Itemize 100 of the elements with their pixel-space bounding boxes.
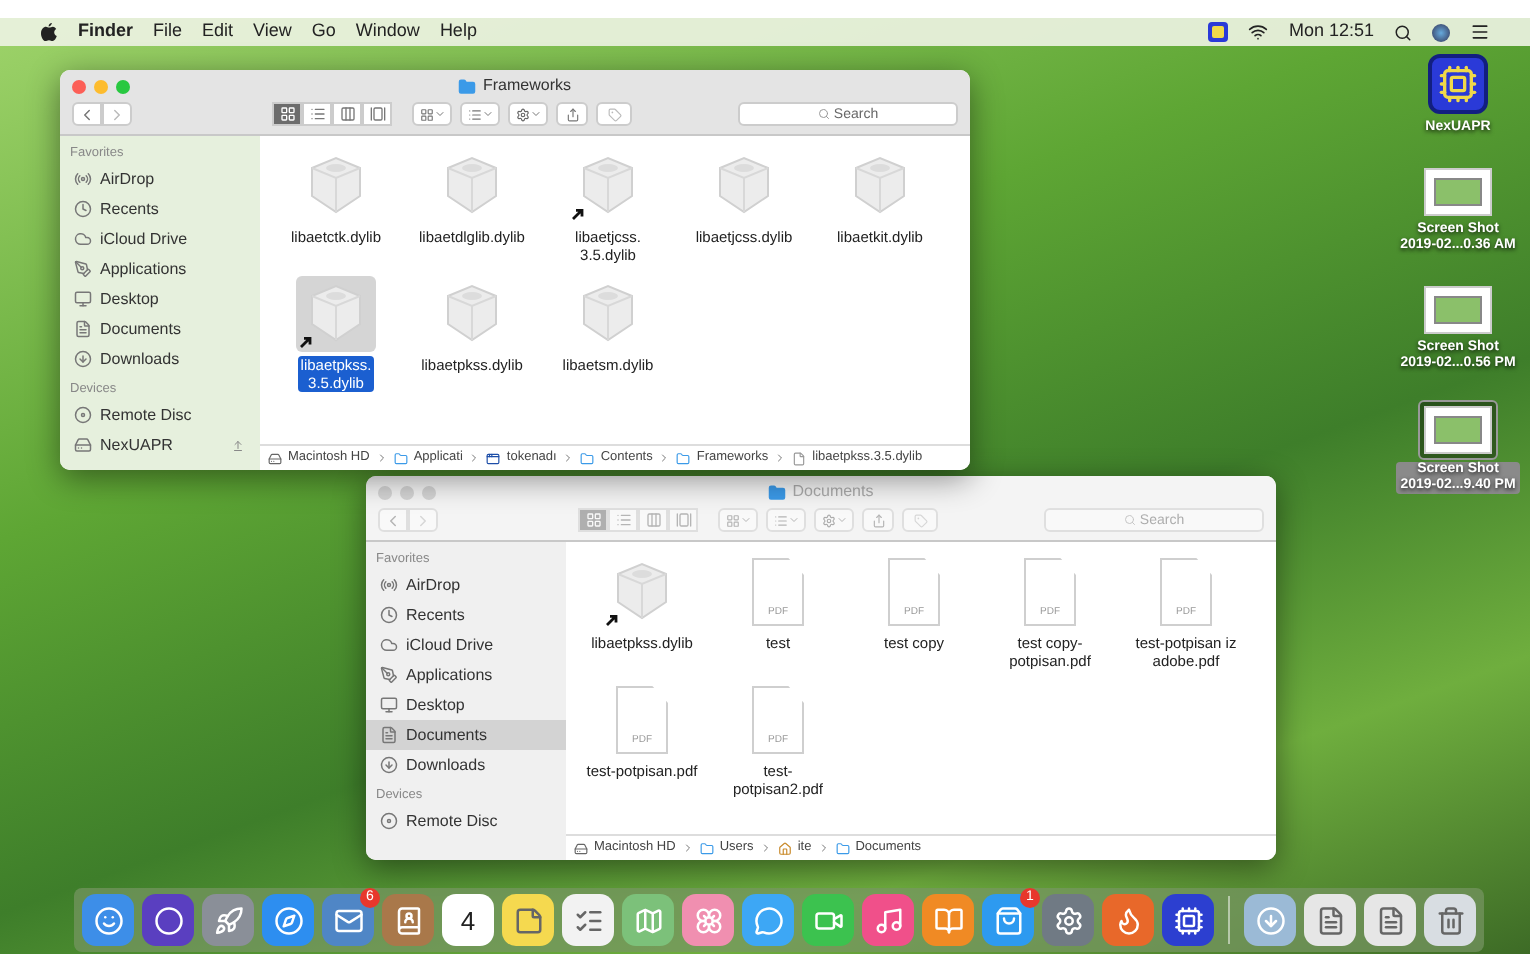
dock-item[interactable] — [82, 894, 134, 946]
window-title: Documents — [792, 482, 874, 502]
menu-item[interactable]: Window — [355, 18, 420, 46]
search-icon — [817, 108, 830, 120]
sidebar-item[interactable]: Applications — [60, 254, 260, 284]
chevron-icon — [817, 842, 830, 854]
monitor-icon — [380, 696, 398, 714]
sidebar-item[interactable]: AirDrop — [366, 570, 566, 600]
search-icon[interactable] — [1394, 23, 1412, 41]
dock-item[interactable] — [1304, 894, 1356, 946]
sidebar-item[interactable]: Documents — [60, 314, 260, 344]
share-button[interactable] — [556, 102, 588, 126]
zoom-button[interactable] — [116, 79, 130, 93]
chevron-left-icon — [78, 105, 96, 123]
sidebar-item[interactable]: Documents — [366, 720, 566, 750]
screenshot-thumbnail[interactable] — [1418, 400, 1498, 460]
flower-icon — [693, 905, 723, 935]
gear-icon — [515, 107, 529, 121]
view-icons-icon — [279, 106, 295, 122]
screenshot-thumbnail[interactable] — [1420, 164, 1496, 220]
map-icon — [633, 905, 663, 935]
eject-icon[interactable] — [232, 439, 244, 451]
sidebar-item[interactable]: Desktop — [60, 284, 260, 314]
chevron-icon — [658, 452, 671, 464]
dock-item[interactable] — [622, 894, 674, 946]
close-button[interactable] — [72, 79, 86, 93]
sidebar-item[interactable]: iCloud Drive — [366, 630, 566, 660]
caret-icon — [433, 108, 445, 120]
dock-item[interactable] — [382, 894, 434, 946]
back-button[interactable] — [72, 102, 102, 126]
clock-icon — [74, 200, 92, 218]
share-button[interactable] — [862, 508, 894, 532]
tag-button[interactable] — [596, 102, 632, 126]
dock-item[interactable] — [1042, 894, 1094, 946]
dock-item[interactable] — [262, 894, 314, 946]
dock-item[interactable] — [1424, 894, 1476, 946]
sidebar-item[interactable]: Desktop — [366, 690, 566, 720]
dock-item[interactable] — [1162, 894, 1214, 946]
radio-waves-icon — [380, 576, 398, 594]
view-mode-button[interactable] — [362, 102, 392, 126]
share-icon — [565, 107, 579, 121]
arrange-button[interactable] — [412, 102, 452, 126]
dock-item[interactable] — [802, 894, 854, 946]
dock-item[interactable] — [142, 894, 194, 946]
menu-item[interactable]: Edit — [202, 18, 234, 46]
cloud-icon — [74, 230, 92, 248]
apple-logo-icon[interactable] — [40, 22, 58, 42]
view-mode-button[interactable] — [272, 102, 302, 126]
caret-icon — [739, 514, 751, 526]
menu-item[interactable]: Finder — [78, 18, 134, 46]
wifi-icon[interactable] — [1248, 22, 1269, 42]
trash-can-icon — [1435, 905, 1465, 935]
dock-item[interactable] — [1102, 894, 1154, 946]
clock[interactable]: Mon 12:51 — [1288, 18, 1374, 46]
screenshot-thumbnail[interactable] — [1420, 282, 1496, 338]
pen-icon — [380, 666, 398, 684]
download-folder-icon — [1255, 905, 1285, 935]
sidebar-item[interactable]: Remote Disc — [60, 400, 260, 430]
menu-item[interactable]: Help — [439, 18, 477, 46]
orb-icon[interactable] — [1432, 23, 1450, 41]
dock-item[interactable] — [682, 894, 734, 946]
menu-item[interactable]: View — [253, 18, 292, 46]
view-mode-button[interactable] — [332, 102, 362, 126]
arrange-button[interactable] — [718, 508, 758, 532]
sidebar-item[interactable]: Downloads — [60, 344, 260, 374]
speech-bubble-icon — [753, 905, 783, 935]
dock-item[interactable] — [202, 894, 254, 946]
app-store-icon — [993, 905, 1023, 935]
dock-item[interactable]: 4 — [442, 894, 494, 946]
dock-item[interactable] — [1364, 894, 1416, 946]
view-list-icon — [615, 512, 631, 528]
book-icon — [933, 905, 963, 935]
dock-item[interactable] — [1244, 894, 1296, 946]
dock-item[interactable] — [742, 894, 794, 946]
sidebar-item[interactable]: Downloads — [366, 750, 566, 780]
sidebar-item[interactable]: Applications — [366, 660, 566, 690]
list-icon[interactable] — [1470, 22, 1490, 42]
drive-icon — [574, 841, 588, 855]
dock-item[interactable] — [922, 894, 974, 946]
sidebar-item[interactable]: NexUAPR — [60, 430, 260, 460]
sidebar-item[interactable]: iCloud Drive — [60, 224, 260, 254]
settings-button[interactable] — [508, 102, 548, 126]
dock-item[interactable] — [862, 894, 914, 946]
back-button[interactable] — [378, 508, 408, 532]
chip-icon — [1173, 905, 1203, 935]
dock-item[interactable] — [562, 894, 614, 946]
share-icon — [871, 513, 885, 527]
chip-app-icon[interactable] — [1208, 22, 1229, 42]
drive-icon — [268, 451, 282, 465]
menu-item[interactable]: Go — [311, 18, 336, 46]
dock-item[interactable] — [502, 894, 554, 946]
sidebar-item[interactable]: AirDrop — [60, 164, 260, 194]
sidebar-item[interactable]: Recents — [60, 194, 260, 224]
chevron-icon — [681, 842, 694, 854]
view-mode-button[interactable] — [302, 102, 332, 126]
sidebar-item[interactable]: Recents — [366, 600, 566, 630]
calendar-day: 4 — [460, 907, 476, 933]
app-icon[interactable] — [1424, 50, 1492, 118]
sidebar-item[interactable]: Remote Disc — [366, 806, 566, 836]
menu-item[interactable]: File — [153, 18, 183, 46]
